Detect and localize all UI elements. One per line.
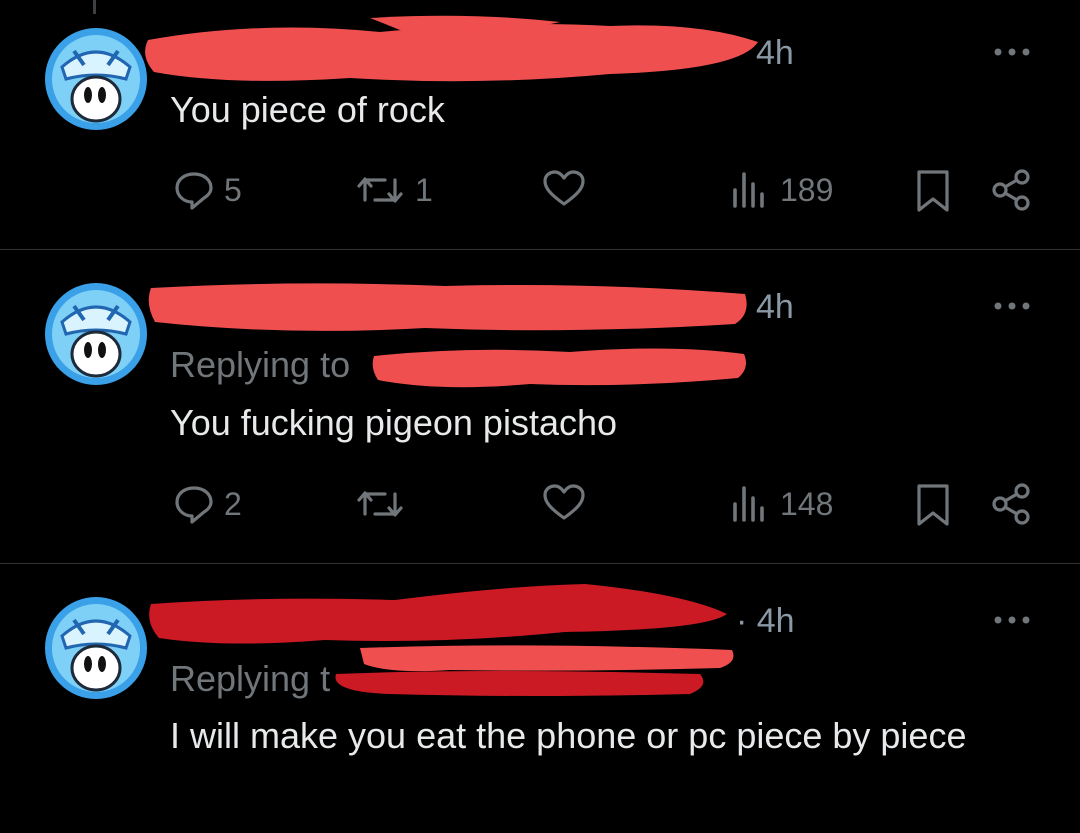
reply-icon xyxy=(175,486,213,524)
avatar[interactable] xyxy=(44,27,148,131)
like-icon xyxy=(543,484,585,520)
post-2[interactable]: 4h Replying to You fucking pigeon pistac… xyxy=(0,250,1080,563)
share-button[interactable] xyxy=(990,482,1034,526)
post-time[interactable]: 4h xyxy=(756,34,794,73)
views-icon xyxy=(733,172,764,208)
avatar-image xyxy=(45,28,147,130)
reply-icon xyxy=(175,172,213,210)
like-button[interactable] xyxy=(542,482,586,526)
avatar-image xyxy=(45,283,147,385)
post-time[interactable]: · 4h xyxy=(736,602,795,641)
repost-count: 1 xyxy=(415,171,433,208)
bookmark-button[interactable] xyxy=(915,482,951,528)
bookmark-icon xyxy=(917,484,949,526)
avatar[interactable] xyxy=(44,596,148,700)
bookmark-icon xyxy=(917,170,949,212)
redacted-username xyxy=(140,12,770,90)
like-button[interactable] xyxy=(542,168,586,212)
views-button[interactable]: 148 xyxy=(730,482,833,526)
repost-icon xyxy=(357,491,403,517)
repost-button[interactable]: 1 xyxy=(355,168,433,212)
share-icon xyxy=(992,483,1030,525)
repost-button[interactable] xyxy=(355,482,405,526)
post-time[interactable]: 4h xyxy=(756,288,794,327)
reply-button[interactable]: 5 xyxy=(174,168,242,212)
redacted-username xyxy=(145,278,755,338)
action-bar: 2 148 xyxy=(0,482,1080,532)
repost-icon xyxy=(357,177,403,203)
share-button[interactable] xyxy=(990,168,1034,212)
bookmark-button[interactable] xyxy=(915,168,951,214)
more-icon[interactable] xyxy=(992,296,1032,316)
avatar-image xyxy=(45,597,147,699)
more-icon[interactable] xyxy=(992,610,1032,630)
post-text: I will make you eat the phone or pc piec… xyxy=(170,715,967,756)
action-bar: 5 1 189 xyxy=(0,168,1080,218)
views-icon xyxy=(733,486,764,522)
redacted-reply-handle xyxy=(370,338,750,394)
reply-count: 5 xyxy=(224,171,242,208)
views-count: 148 xyxy=(780,485,834,522)
post-text: You piece of rock xyxy=(170,89,445,130)
share-icon xyxy=(992,169,1030,211)
avatar[interactable] xyxy=(44,282,148,386)
like-icon xyxy=(543,170,585,206)
more-icon[interactable] xyxy=(992,42,1032,62)
replying-to-label: Replying to xyxy=(170,344,351,385)
post-text: You fucking pigeon pistacho xyxy=(170,402,618,443)
reply-button[interactable]: 2 xyxy=(174,482,242,526)
reply-count: 2 xyxy=(224,485,242,522)
views-count: 189 xyxy=(780,171,834,208)
views-button[interactable]: 189 xyxy=(730,168,833,212)
post-3[interactable]: · 4h Replying t I will make you eat the … xyxy=(0,564,1080,833)
redacted-reply-handle xyxy=(330,640,740,700)
replying-to-label: Replying t xyxy=(170,658,331,699)
post-1[interactable]: 4h You piece of rock 5 1 189 xyxy=(0,0,1080,250)
